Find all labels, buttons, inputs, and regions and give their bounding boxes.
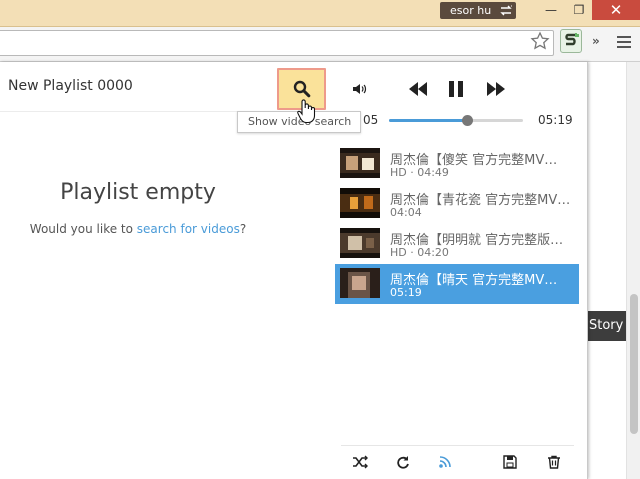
next-icon[interactable] [485,80,507,98]
address-bar[interactable] [0,30,554,56]
empty-playlist-prompt: Would you like to search for videos? [0,222,276,236]
rss-icon[interactable] [438,455,454,469]
empty-playlist-title: Playlist empty [60,180,216,205]
pause-icon[interactable] [447,80,465,98]
seek-handle[interactable] [461,115,473,126]
video-thumbnail [340,268,380,298]
extensions-overflow-icon[interactable]: » [592,34,600,48]
player-popup: New Playlist 0000 Show video search Play… [0,62,588,479]
save-icon[interactable] [502,455,518,469]
extension-logo-icon [565,33,579,46]
profile-button[interactable]: esor hu [440,2,516,19]
volume-icon[interactable] [352,82,368,96]
search-icon [293,80,311,98]
minimize-button[interactable]: — [536,0,566,20]
empty-prompt-suffix: ? [239,222,247,236]
minimize-icon: — [545,3,557,17]
story-side-tab-label: Story [589,318,624,333]
shuffle-icon[interactable] [352,455,368,469]
story-side-tab[interactable]: Story [584,311,626,341]
queue-item-active[interactable]: 周杰倫【晴天 官方完整MV… 05:19 [335,264,579,304]
playlist-title[interactable]: New Playlist 0000 [8,78,133,94]
queue-item-meta: 04:04 [390,206,422,219]
extension-button[interactable] [560,29,582,53]
seek-progress [389,119,467,122]
queue-item-meta: 05:19 [390,286,422,299]
queue-item[interactable]: 周杰倫【青花瓷 官方完整MV… 04:04 [335,184,579,224]
maximize-button[interactable]: ❐ [566,0,592,20]
total-time: 05:19 [538,113,573,127]
previous-icon[interactable] [407,80,429,98]
browser-menu-icon[interactable] [617,34,631,48]
queue-item-meta: HD · 04:20 [390,246,449,259]
video-queue: 周杰倫【傻笑 官方完整MV… HD · 04:49 周杰倫【青花瓷 官方完整MV… [335,144,579,304]
hand-pointer-icon [297,99,316,124]
maximize-icon: ❐ [573,3,585,17]
queue-item-meta: HD · 04:49 [390,166,449,179]
queue-item[interactable]: 周杰倫【傻笑 官方完整MV… HD · 04:49 [335,144,579,184]
video-thumbnail [340,188,380,218]
queue-item[interactable]: 周杰倫【明明就 官方完整版… HD · 04:20 [335,224,579,264]
seek-bar[interactable] [389,115,523,126]
close-icon: ✕ [609,1,623,19]
current-time: 05 [363,113,379,127]
bookmark-star-icon[interactable] [530,31,550,51]
profile-name: esor hu [450,4,492,17]
repeat-icon[interactable] [395,455,411,469]
trash-icon[interactable] [546,455,562,469]
video-thumbnail [340,228,380,258]
page-scrollbar[interactable] [626,62,640,479]
scrollbar-thumb[interactable] [630,294,638,434]
close-button[interactable]: ✕ [592,0,640,20]
empty-prompt-text: Would you like to [29,222,137,236]
search-videos-link[interactable]: search for videos [137,222,240,236]
footer-divider [341,445,574,446]
window-titlebar: esor hu — ❐ ✕ [0,0,640,27]
video-thumbnail [340,148,380,178]
browser-toolbar: » [0,27,640,62]
switch-user-icon [500,5,512,16]
